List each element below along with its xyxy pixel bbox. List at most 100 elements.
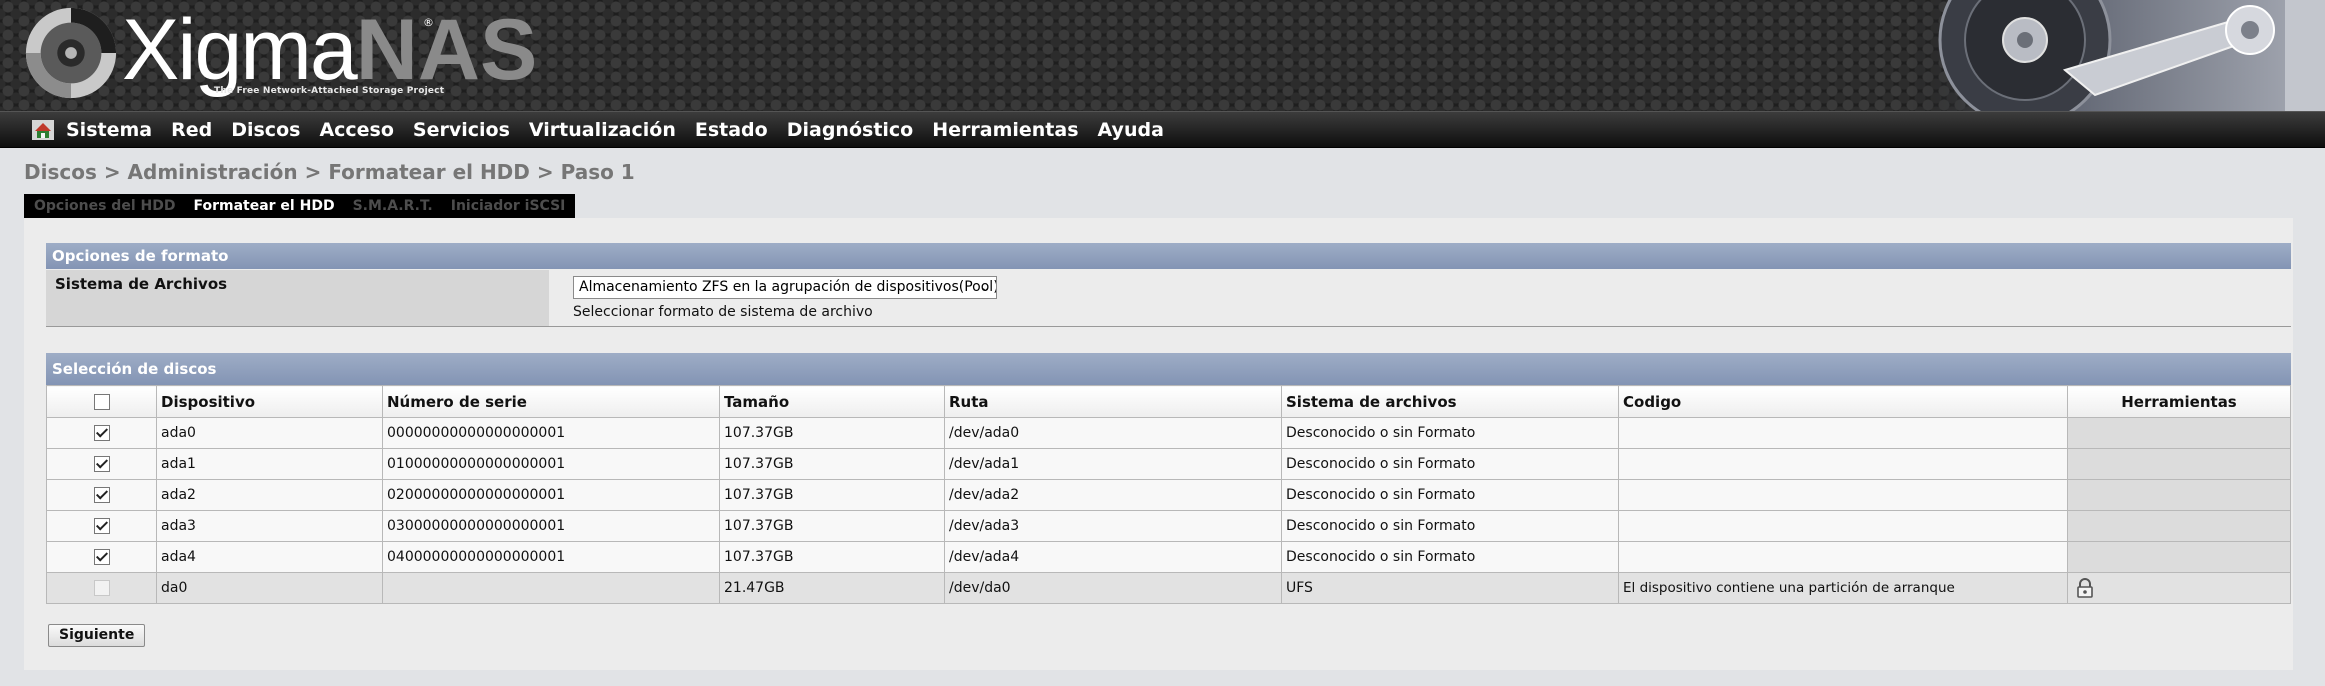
menu-servicios[interactable]: Servicios (413, 119, 510, 141)
col-serial: Número de serie (382, 385, 720, 418)
tools-cell (2067, 417, 2291, 449)
menu-discos[interactable]: Discos (231, 119, 300, 141)
tools-cell (2067, 479, 2291, 511)
select-all-checkbox[interactable] (93, 394, 110, 410)
menu-acceso[interactable]: Acceso (319, 119, 393, 141)
disk-checkbox-ada0[interactable] (93, 425, 110, 441)
device-cell: ada3 (156, 510, 383, 542)
col-device: Dispositivo (156, 385, 383, 418)
hard-drive-illustration-icon (1905, 0, 2325, 111)
disk-checkbox-ada1[interactable] (93, 456, 110, 472)
menu-ayuda[interactable]: Ayuda (1098, 119, 1164, 141)
size-cell: 107.37GB (719, 479, 945, 511)
code-cell (1618, 510, 2068, 542)
col-filesystem: Sistema de archivos (1281, 385, 1619, 418)
code-cell: El dispositivo contiene una partición de… (1618, 572, 2068, 604)
code-cell (1618, 541, 2068, 573)
menu-virtualizacion[interactable]: Virtualización (529, 119, 676, 141)
lock-icon[interactable] (2075, 578, 2095, 598)
logo-wordmark: XigmaNAS (122, 2, 538, 98)
tools-cell (2067, 448, 2291, 480)
row-checkbox-cell (46, 510, 157, 542)
col-tools: Herramientas (2067, 385, 2291, 418)
chevron-down-icon: ⌄ (980, 281, 990, 294)
filesystem-cell: Desconocido o sin Formato (1281, 417, 1619, 449)
device-cell: da0 (156, 572, 383, 604)
row-checkbox-cell (46, 448, 157, 480)
size-cell: 107.37GB (719, 541, 945, 573)
menu-estado[interactable]: Estado (695, 119, 768, 141)
table-row: ada2 02000000000000000001 107.37GB /dev/… (46, 479, 2291, 511)
table-row: ada1 01000000000000000001 107.37GB /dev/… (46, 448, 2291, 480)
tools-cell (2067, 572, 2291, 604)
next-button[interactable]: Siguiente (48, 624, 146, 647)
disk-checkbox-da0 (93, 580, 110, 596)
code-cell (1618, 417, 2068, 449)
filesystem-select[interactable]: Almacenamiento ZFS en la agrupación de d… (573, 276, 997, 299)
tools-cell (2067, 510, 2291, 542)
filesystem-cell: Desconocido o sin Formato (1281, 510, 1619, 542)
code-cell (1618, 448, 2068, 480)
serial-cell: 03000000000000000001 (382, 510, 720, 542)
tab-iniciador-iscsi[interactable]: Iniciador iSCSI (451, 198, 566, 214)
size-cell: 21.47GB (719, 572, 945, 604)
serial-cell: 00000000000000000001 (382, 417, 720, 449)
menu-herramientas[interactable]: Herramientas (932, 119, 1078, 141)
disk-checkbox-ada2[interactable] (93, 487, 110, 503)
menu-diagnostico[interactable]: Diagnóstico (787, 119, 914, 141)
row-checkbox-cell (46, 417, 157, 449)
code-cell (1618, 479, 2068, 511)
device-cell: ada4 (156, 541, 383, 573)
header-banner: XigmaNAS ® The Free Network-Attached Sto… (0, 0, 2325, 111)
device-cell: ada0 (156, 417, 383, 449)
path-cell: /dev/ada1 (944, 448, 1282, 480)
serial-cell: 04000000000000000001 (382, 541, 720, 573)
disk-checkbox-ada3[interactable] (93, 518, 110, 534)
path-cell: /dev/ada2 (944, 479, 1282, 511)
col-code: Codigo (1618, 385, 2068, 418)
device-cell: ada1 (156, 448, 383, 480)
tab-bar: Opciones del HDD Formatear el HDD S.M.A.… (24, 194, 576, 218)
path-cell: /dev/ada0 (944, 417, 1282, 449)
disk-selection-title: Selección de discos (46, 353, 2291, 385)
tools-cell (2067, 541, 2291, 573)
size-cell: 107.37GB (719, 417, 945, 449)
tab-opciones-hdd[interactable]: Opciones del HDD (34, 198, 175, 214)
menu-sistema[interactable]: Sistema (66, 119, 152, 141)
col-size: Tamaño (719, 385, 945, 418)
device-cell: ada2 (156, 479, 383, 511)
filesystem-description: Seleccionar formato de sistema de archiv… (573, 304, 873, 320)
path-cell: /dev/ada3 (944, 510, 1282, 542)
breadcrumb: Discos > Administración > Formatear el H… (24, 160, 635, 184)
filesystem-select-value: Almacenamiento ZFS en la agrupación de d… (579, 279, 997, 295)
tab-smart[interactable]: S.M.A.R.T. (353, 198, 433, 214)
format-options-title: Opciones de formato (46, 243, 2291, 269)
xigmanas-logo-icon (25, 7, 117, 99)
row-checkbox-cell (46, 572, 157, 604)
col-path: Ruta (944, 385, 1282, 418)
filesystem-cell: UFS (1281, 572, 1619, 604)
filesystem-cell: Desconocido o sin Formato (1281, 448, 1619, 480)
table-row: ada3 03000000000000000001 107.37GB /dev/… (46, 510, 2291, 542)
select-all-header (46, 385, 157, 418)
serial-cell: 01000000000000000001 (382, 448, 720, 480)
menu-red[interactable]: Red (171, 119, 212, 141)
path-cell: /dev/da0 (944, 572, 1282, 604)
logo-trademark: ® (423, 16, 434, 29)
serial-cell (382, 572, 720, 604)
table-row: da0 21.47GB /dev/da0 UFS El dispositivo … (46, 572, 2291, 604)
path-cell: /dev/ada4 (944, 541, 1282, 573)
filesystem-row: Sistema de Archivos Almacenamiento ZFS e… (46, 270, 2291, 327)
table-row: ada0 00000000000000000001 107.37GB /dev/… (46, 417, 2291, 449)
filesystem-cell: Desconocido o sin Formato (1281, 541, 1619, 573)
home-icon[interactable] (32, 119, 54, 140)
disk-checkbox-ada4[interactable] (93, 549, 110, 565)
filesystem-cell: Desconocido o sin Formato (1281, 479, 1619, 511)
main-menu-bar: Sistema Red Discos Acceso Servicios Virt… (0, 111, 2325, 148)
row-checkbox-cell (46, 541, 157, 573)
filesystem-label: Sistema de Archivos (46, 270, 549, 326)
tab-formatear-hdd[interactable]: Formatear el HDD (193, 198, 334, 214)
logo-tagline: The Free Network-Attached Storage Projec… (214, 86, 445, 96)
disk-table: Dispositivo Número de serie Tamaño Ruta … (46, 385, 2291, 604)
table-header-row: Dispositivo Número de serie Tamaño Ruta … (46, 385, 2291, 418)
